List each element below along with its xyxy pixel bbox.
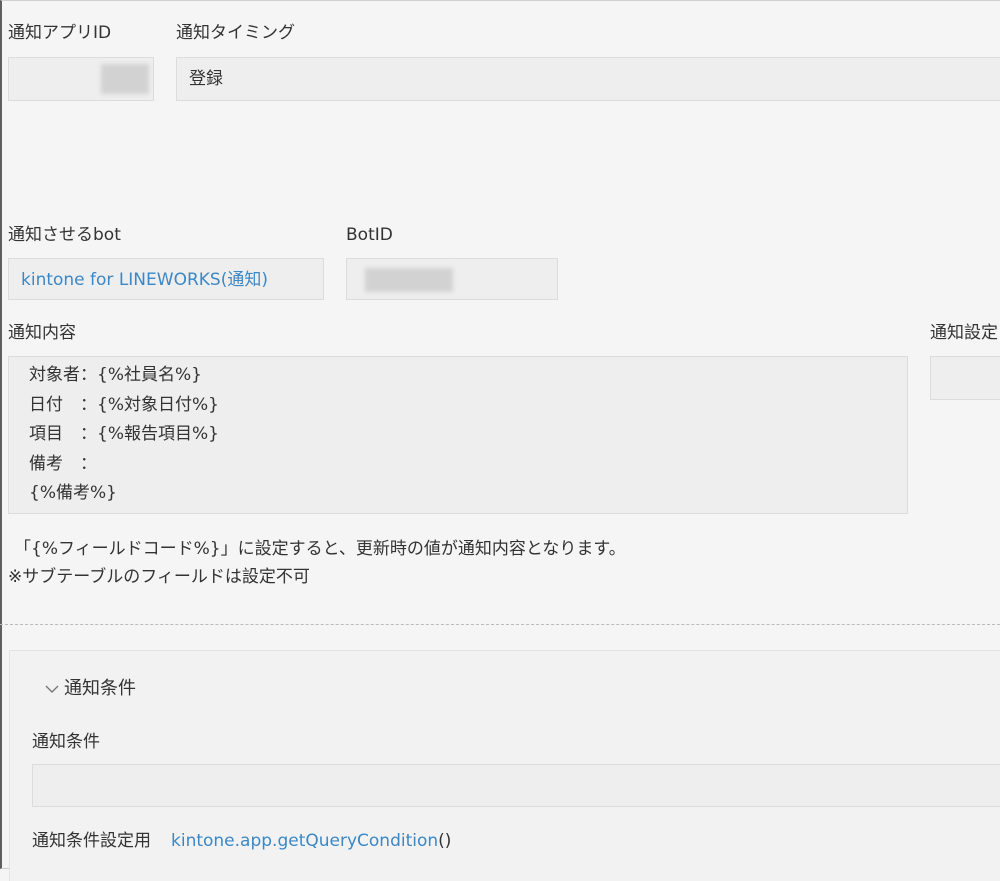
conditions-helper-label: 通知条件設定用	[32, 831, 151, 851]
conditions-helper: 通知条件設定用 kintone.app.getQueryCondition()	[32, 830, 451, 852]
notify-bot-field[interactable]: kintone for LINEWORKS(通知)	[8, 258, 324, 300]
conditions-field-label: 通知条件	[32, 732, 100, 752]
redacted-app-id	[101, 64, 149, 94]
query-condition-suffix: ()	[438, 831, 452, 851]
notify-timing-field[interactable]: 登録	[176, 57, 1000, 101]
notify-content-label: 通知内容	[8, 323, 76, 343]
notify-settings-label: 通知設定	[930, 323, 998, 343]
notify-app-id-field[interactable]	[8, 57, 154, 101]
redacted-bot-id	[365, 268, 453, 292]
bot-id-field[interactable]	[346, 258, 558, 300]
bot-id-label: BotID	[346, 225, 393, 245]
notify-timing-label: 通知タイミング	[176, 23, 295, 43]
query-condition-link[interactable]: kintone.app.getQueryCondition	[171, 831, 438, 851]
notify-app-id-label: 通知アプリID	[8, 23, 112, 43]
hint-line-2: ※サブテーブルのフィールドは設定不可	[8, 567, 310, 587]
notify-bot-link[interactable]: kintone for LINEWORKS(通知)	[21, 270, 268, 290]
notify-settings-field[interactable]	[930, 356, 1000, 400]
hint-line-1: 「{%フィールドコード%}」に設定すると、更新時の値が通知内容となります。	[14, 539, 626, 559]
notify-timing-value: 登録	[189, 69, 223, 89]
notify-content-textarea[interactable]: 対象者：{%社員名%} 日付 ：{%対象日付%} 項目 ：{%報告項目%} 備考…	[8, 356, 908, 514]
conditions-section-title[interactable]: 通知条件	[64, 678, 136, 700]
notify-bot-label: 通知させるbot	[8, 225, 121, 245]
chevron-down-icon[interactable]	[45, 682, 59, 696]
section-divider	[0, 624, 1000, 625]
conditions-input[interactable]	[32, 764, 1000, 807]
notify-content-text: 対象者：{%社員名%} 日付 ：{%対象日付%} 項目 ：{%報告項目%} 備考…	[29, 365, 219, 503]
